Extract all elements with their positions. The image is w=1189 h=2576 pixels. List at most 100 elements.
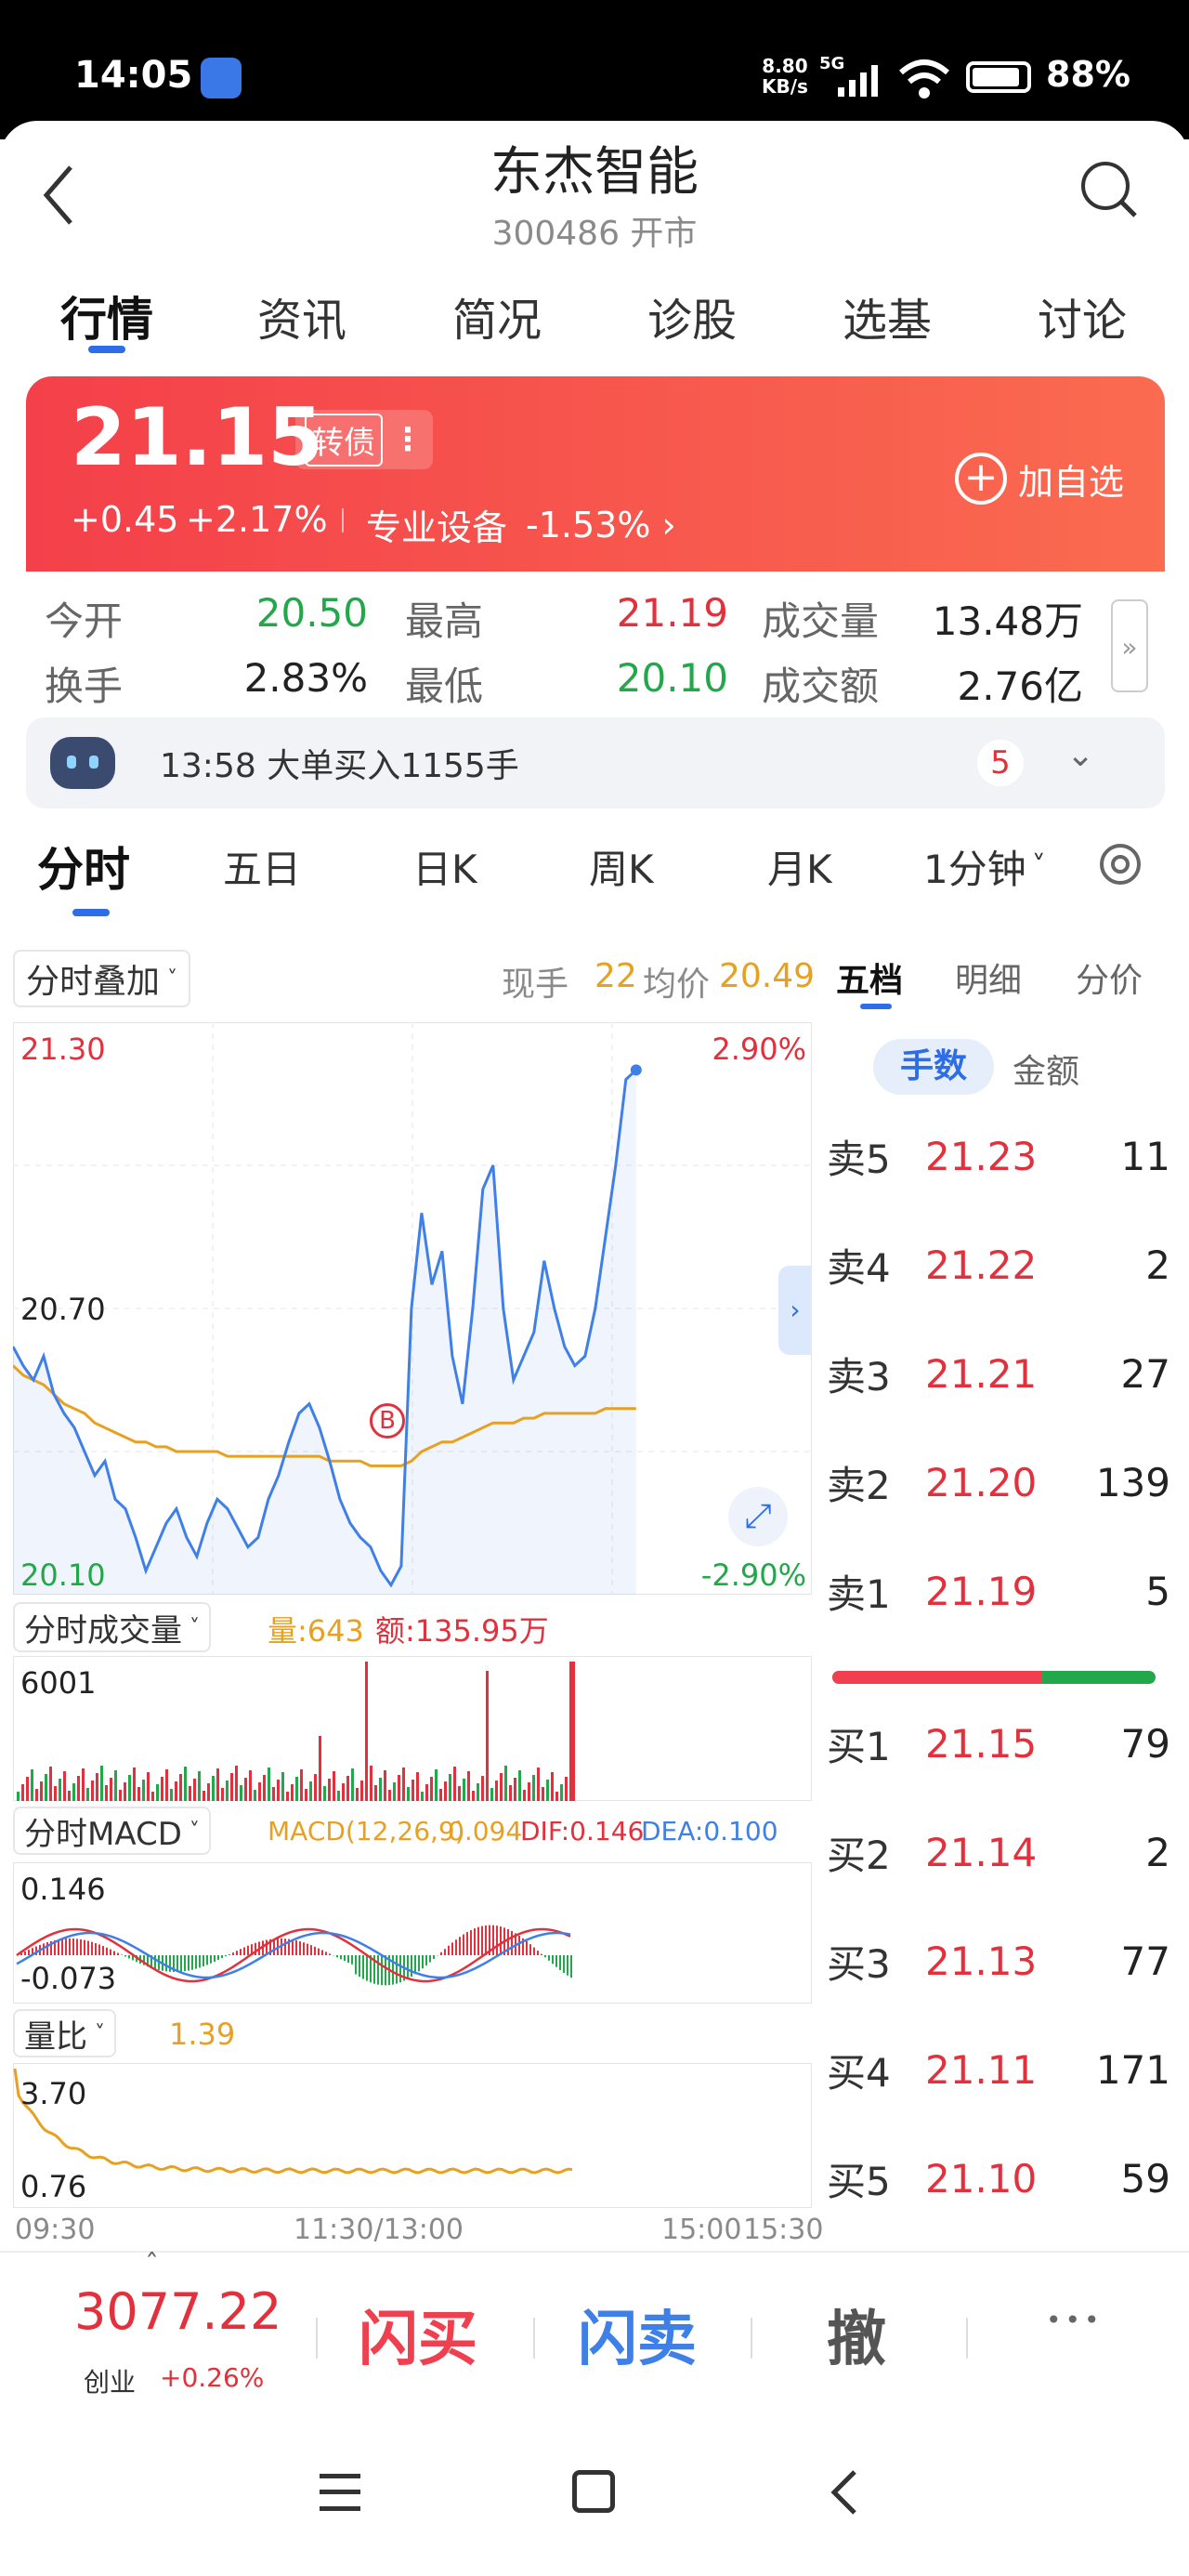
depth-tab-price-dist[interactable]: 分价 [1076, 953, 1143, 1002]
home-icon[interactable] [572, 2470, 615, 2513]
flash-buy-button[interactable]: 闪买 [359, 2292, 477, 2377]
depth-mode-amount[interactable]: 金额 [1013, 1045, 1079, 1093]
ask-row[interactable]: 卖4 21.22 2 [827, 1211, 1189, 1320]
volume-bar [156, 1784, 159, 1801]
divider [751, 2318, 752, 2359]
depth-mode-lots[interactable]: 手数 [873, 1039, 994, 1095]
tab-quote[interactable]: 行情 [23, 283, 190, 353]
macd-bar [518, 1935, 520, 1955]
volume-bar [128, 1775, 131, 1801]
search-icon[interactable] [1078, 158, 1143, 223]
chart-tab-weekly[interactable]: 周K [589, 838, 654, 895]
volume-bar [467, 1771, 470, 1801]
volume-bar [523, 1790, 526, 1801]
side-drawer-handle[interactable]: › [778, 1266, 812, 1355]
buy-sell-ratio-bar [832, 1671, 1156, 1684]
bid-row[interactable]: 买4 21.11 171 [827, 2016, 1189, 2124]
x-axis-start: 09:30 [15, 2214, 96, 2246]
back-nav-icon[interactable] [827, 2466, 864, 2518]
ratio-dropdown[interactable]: 量比 ˅ [13, 2009, 116, 2057]
x-axis-mid: 11:30/13:00 [294, 2214, 464, 2246]
add-watchlist-button[interactable]: + 加自选 [955, 453, 1124, 505]
chart-tab-intraday[interactable]: 分时 [37, 833, 130, 916]
ask-row[interactable]: 卖1 21.19 5 [827, 1537, 1189, 1646]
macd-bar [407, 1955, 409, 1979]
overlay-dropdown[interactable]: 分时叠加 ˅ [13, 950, 191, 1007]
expand-stats-button[interactable]: » [1111, 599, 1148, 692]
buy-marker[interactable]: B [370, 1403, 405, 1439]
last-price-dot [630, 1064, 642, 1076]
macd-bar [76, 1939, 78, 1955]
menu-icon[interactable] [320, 2474, 360, 2511]
macd-bar [95, 1942, 97, 1955]
macd-dropdown[interactable]: 分时MACD ˅ [13, 1807, 211, 1855]
volume-bar [59, 1779, 61, 1801]
macd-bar [541, 1953, 542, 1955]
volume-ratio-chart [13, 2063, 812, 2208]
macd-bar [555, 1955, 557, 1967]
chart-tab-daily[interactable]: 日K [412, 838, 477, 895]
tab-discussion[interactable]: 讨论 [999, 283, 1166, 348]
robot-avatar-icon [50, 737, 115, 789]
tab-diagnosis[interactable]: 诊股 [608, 283, 776, 348]
macd-bar [392, 1955, 394, 1985]
macd-bar [284, 1939, 286, 1955]
volume-bar [133, 1768, 136, 1801]
bid-row[interactable]: 买1 21.15 79 [827, 1689, 1189, 1798]
intraday-price-chart[interactable] [13, 1022, 812, 1595]
ask-row[interactable]: 卖5 21.23 11 [827, 1102, 1189, 1211]
chevron-down-icon: ˅ [189, 1819, 200, 1843]
system-nav-bar [0, 2427, 1189, 2576]
now-volume-value: 22 [594, 957, 637, 995]
depth-tab-level5[interactable]: 五档 [836, 953, 903, 1009]
macd-bar [113, 1951, 115, 1955]
volume-bar [21, 1784, 24, 1801]
expand-up-icon[interactable]: ˆ [145, 2249, 159, 2281]
volume-bar [388, 1790, 391, 1801]
chart-tab-interval[interactable]: 1分钟 ˅ [923, 838, 1046, 895]
volume-bar [393, 1782, 396, 1801]
volume-bar [268, 1768, 270, 1801]
macd-bar [314, 1946, 316, 1955]
convertible-bond-tag[interactable]: 转债 ⋮ [295, 410, 433, 469]
chevron-down-icon: ˅ [167, 966, 178, 991]
bid-row[interactable]: 买2 21.14 2 [827, 1798, 1189, 1907]
stat-value: 2.83% [243, 655, 368, 701]
ask-row[interactable]: 卖2 21.20 139 [827, 1428, 1189, 1537]
plus-circle-icon: + [955, 453, 1007, 505]
volume-bar [305, 1789, 307, 1801]
stats-grid: 今开 20.50 最高 21.19 成交量 13.48万 换手 2.83% 最低… [0, 572, 1189, 711]
macd-bar [188, 1955, 189, 1971]
macd-bar [121, 1954, 123, 1955]
volume-bar [346, 1776, 349, 1801]
flash-sell-button[interactable]: 闪卖 [578, 2292, 697, 2377]
volume-bar [398, 1775, 400, 1801]
expand-chart-icon[interactable]: ⤢ [728, 1487, 788, 1546]
volume-bar [453, 1767, 456, 1801]
volume-bar [504, 1766, 507, 1801]
dea-value: DEA:0.100 [641, 1816, 778, 1847]
net-speed: 8.80 KB/s [762, 55, 808, 98]
tab-news[interactable]: 资讯 [218, 283, 385, 348]
macd-bar [65, 1939, 67, 1955]
macd-bar [303, 1942, 305, 1955]
more-icon[interactable]: ••• [1046, 2305, 1104, 2335]
bid-row[interactable]: 买5 21.10 59 [827, 2124, 1189, 2233]
stat-value: 2.76亿 [957, 664, 1083, 709]
notice-bar[interactable]: 13:58 大单买入1155手 5 ⌄ [26, 717, 1165, 808]
chart-tab-monthly[interactable]: 月K [767, 838, 832, 895]
sector-link[interactable]: 专业设备 -1.53% › [366, 499, 676, 550]
tab-funds[interactable]: 选基 [804, 283, 971, 348]
notice-count-badge: 5 [977, 740, 1024, 786]
macd-bar [206, 1955, 208, 1965]
volume-bar [342, 1783, 345, 1801]
tab-profile[interactable]: 简况 [413, 283, 581, 348]
index-value[interactable]: 3077.22 [74, 2282, 281, 2341]
cancel-order-button[interactable]: 撤 [827, 2292, 886, 2377]
chart-tab-5day[interactable]: 五日 [223, 838, 301, 895]
depth-tab-detail[interactable]: 明细 [955, 953, 1022, 1002]
gear-icon[interactable] [1092, 836, 1148, 892]
bid-row[interactable]: 买3 21.13 77 [827, 1907, 1189, 2016]
ask-row[interactable]: 卖3 21.21 27 [827, 1320, 1189, 1428]
volume-dropdown[interactable]: 分时成交量 ˅ [13, 1602, 211, 1652]
